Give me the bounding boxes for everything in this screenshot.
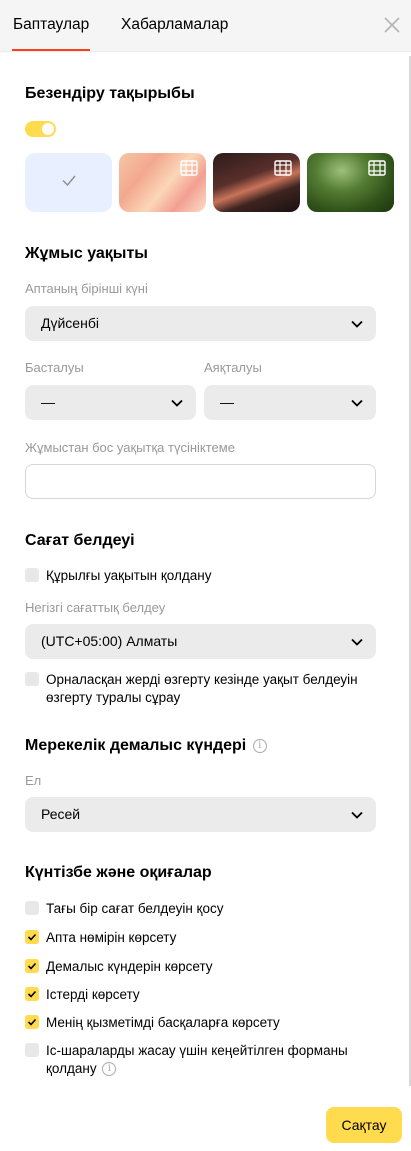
checkbox-checked[interactable] bbox=[25, 1015, 39, 1029]
check-icon bbox=[27, 990, 37, 998]
check-icon bbox=[62, 175, 76, 187]
end-label: Аяқталуы bbox=[204, 360, 262, 375]
calendar-title: Күнтізбе және оқиғалар bbox=[25, 864, 212, 881]
option-label: Демалыс күндерін көрсету bbox=[46, 959, 213, 974]
chevron-down-icon bbox=[351, 638, 363, 646]
info-icon[interactable]: i bbox=[102, 1062, 117, 1077]
video-icon bbox=[274, 160, 292, 176]
checkbox[interactable] bbox=[25, 568, 39, 582]
first-day-value: Дүйсенбі bbox=[41, 315, 99, 331]
save-button[interactable]: Сақтау bbox=[326, 1107, 402, 1143]
timezone-title: Сағат белдеуі bbox=[25, 532, 135, 549]
checkbox-checked[interactable] bbox=[25, 987, 39, 1001]
chevron-down-icon bbox=[351, 399, 363, 407]
option-label: Тағы бір сағат белдеуін қосу bbox=[46, 901, 224, 916]
country-label: Ел bbox=[25, 773, 42, 788]
video-icon bbox=[368, 160, 386, 176]
close-icon[interactable] bbox=[381, 14, 403, 36]
tab-bar: Баптаулар Хабарламалар bbox=[0, 0, 411, 52]
chevron-down-icon bbox=[351, 811, 363, 819]
end-time-value: — bbox=[220, 394, 234, 410]
checkbox-checked[interactable] bbox=[25, 930, 39, 944]
comment-label: Жұмыстан бос уақытқа түсініктеме bbox=[25, 440, 235, 455]
first-day-select[interactable]: Дүйсенбі bbox=[25, 306, 376, 341]
option-label: Істерді көрсету bbox=[46, 987, 140, 1002]
check-icon bbox=[27, 933, 37, 941]
info-icon[interactable]: i bbox=[252, 738, 267, 753]
theme-toggle[interactable] bbox=[25, 121, 56, 137]
tab-notifications[interactable]: Хабарламалар bbox=[121, 0, 228, 52]
tab-settings[interactable]: Баптаулар bbox=[13, 0, 89, 52]
first-day-label: Аптаның бірінші күні bbox=[25, 281, 148, 296]
main-timezone-value: (UTC+05:00) Алматы bbox=[41, 633, 178, 649]
ask-timezone-change-label: Орналасқан жерді өзгерту кезінде уақыт б… bbox=[46, 672, 358, 705]
chevron-down-icon bbox=[351, 320, 363, 328]
start-label: Басталуы bbox=[25, 360, 84, 375]
check-icon bbox=[27, 1018, 37, 1026]
video-icon bbox=[180, 160, 198, 176]
option-label: Менің қызметімді басқаларға көрсету bbox=[46, 1015, 280, 1030]
check-icon bbox=[27, 962, 37, 970]
theme-option-default[interactable] bbox=[25, 153, 112, 212]
checkbox[interactable] bbox=[25, 901, 39, 915]
holidays-title-text: Мерекелік демалыс күндері bbox=[25, 737, 247, 754]
holidays-title: Мерекелік демалыс күндері i bbox=[25, 737, 267, 755]
country-select[interactable]: Ресей bbox=[25, 797, 376, 832]
main-timezone-label: Негізгі сағаттық белдеу bbox=[25, 600, 166, 615]
option-label: Апта нөмірін көрсету bbox=[46, 930, 177, 945]
checkbox[interactable] bbox=[25, 1043, 39, 1057]
theme-section-title: Безендіру тақырыбы bbox=[25, 85, 195, 102]
active-tab-indicator bbox=[12, 49, 90, 51]
main-timezone-select[interactable]: (UTC+05:00) Алматы bbox=[25, 624, 376, 659]
work-time-title: Жұмыс уақыты bbox=[25, 245, 148, 262]
country-value: Ресей bbox=[41, 806, 81, 822]
toggle-knob bbox=[42, 123, 54, 135]
checkbox[interactable] bbox=[25, 672, 39, 686]
start-time-value: — bbox=[41, 394, 55, 410]
theme-option-dark-silk[interactable] bbox=[213, 153, 300, 212]
checkbox-checked[interactable] bbox=[25, 959, 39, 973]
use-device-time-label: Құрылғы уақытын қолдану bbox=[46, 568, 212, 583]
theme-option-grass[interactable] bbox=[307, 153, 394, 212]
option-label: Іс-шараларды жасау үшін кеңейтілген форм… bbox=[46, 1043, 348, 1076]
comment-input[interactable] bbox=[25, 464, 376, 499]
chevron-down-icon bbox=[171, 399, 183, 407]
start-time-select[interactable]: — bbox=[25, 385, 196, 420]
end-time-select[interactable]: — bbox=[204, 385, 376, 420]
option-label-wrap: Іс-шараларды жасау үшін кеңейтілген форм… bbox=[46, 1042, 376, 1078]
theme-option-peach[interactable] bbox=[119, 153, 206, 212]
